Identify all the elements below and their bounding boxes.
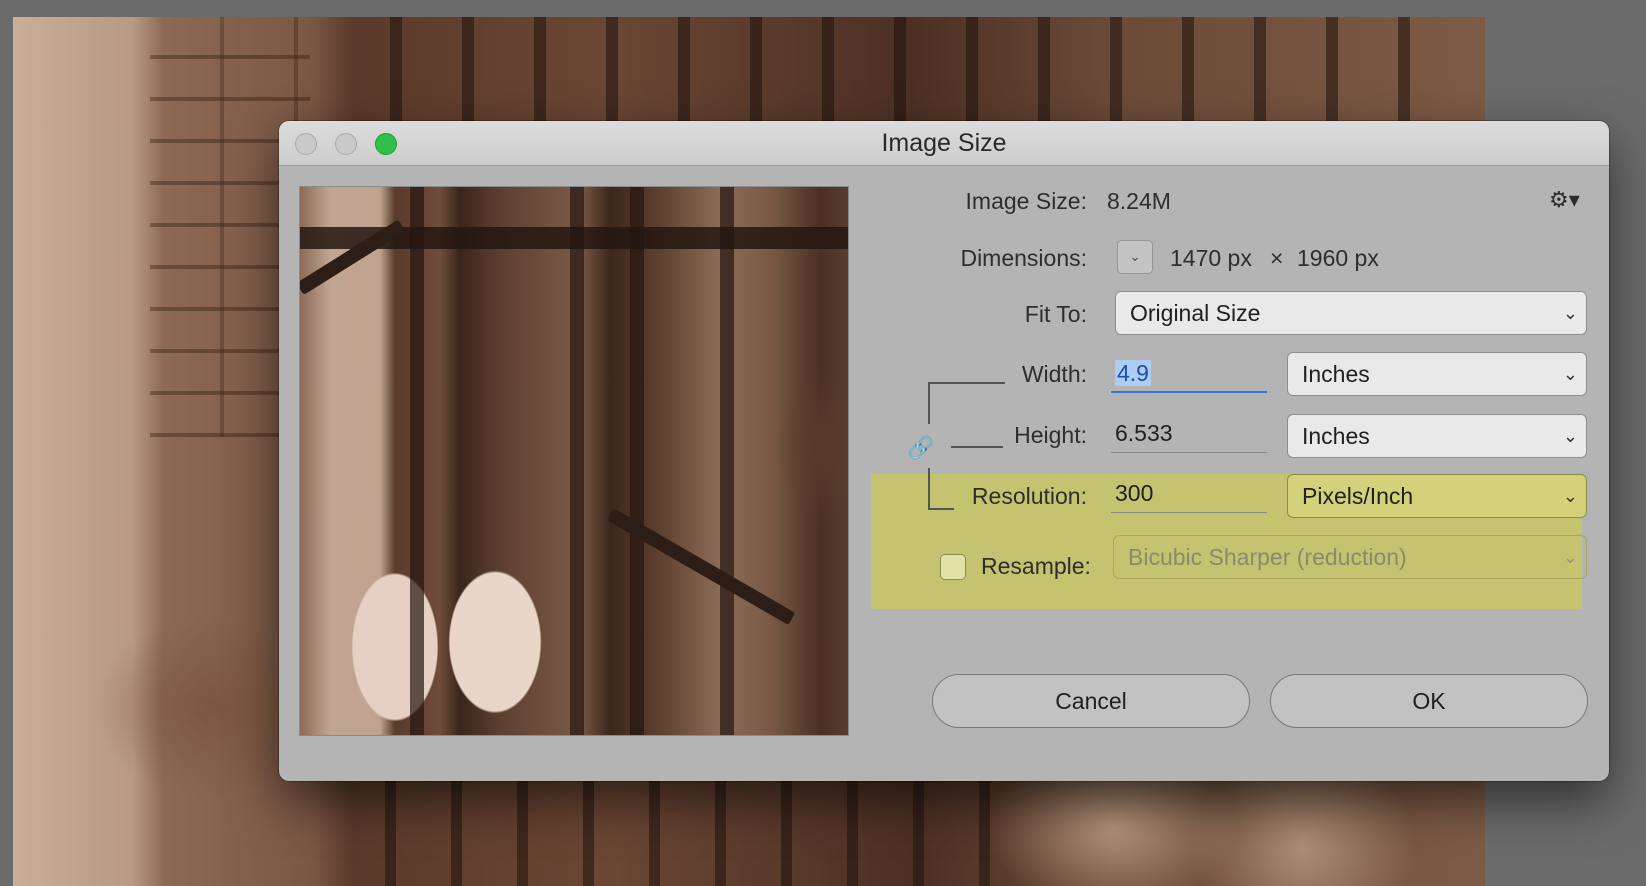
- preview-bar: [570, 187, 584, 735]
- ok-button[interactable]: OK: [1270, 674, 1588, 728]
- height-label: Height:: [1014, 422, 1087, 448]
- height-unit: Inches: [1302, 423, 1370, 449]
- resolution-label: Resolution:: [971, 483, 1087, 509]
- resample-label: Resample:: [981, 553, 1091, 579]
- height-unit-dropdown[interactable]: Inches ⌄: [1287, 414, 1587, 458]
- height-value: 6.533: [1115, 420, 1173, 446]
- preview-bar: [630, 187, 644, 735]
- dimensions-label: Dimensions:: [960, 245, 1087, 271]
- image-size-value: 8.24M: [1107, 188, 1171, 214]
- chevron-down-icon: ⌄: [1562, 364, 1578, 384]
- resolution-unit: Pixels/Inch: [1302, 483, 1414, 509]
- width-unit-dropdown[interactable]: Inches ⌄: [1287, 352, 1587, 396]
- width-value: 4.9: [1115, 360, 1151, 386]
- cancel-button[interactable]: Cancel: [932, 674, 1250, 728]
- chevron-down-icon: ⌄: [1562, 486, 1578, 506]
- fit-to-dropdown[interactable]: Original Size ⌄: [1115, 291, 1587, 335]
- image-size-label: Image Size:: [965, 188, 1087, 214]
- title-bar: Image Size: [279, 121, 1609, 166]
- resolution-value: 300: [1115, 480, 1154, 506]
- constrain-bracket-top-vertical: [928, 382, 930, 424]
- preview-bar: [410, 187, 424, 735]
- background-jail-bars: [330, 17, 1430, 127]
- resample-method: Bicubic Sharper (reduction): [1128, 544, 1407, 570]
- chevron-down-icon: ⌄: [1562, 426, 1578, 446]
- width-input[interactable]: 4.9: [1111, 353, 1267, 393]
- dimensions-height: 1960 px: [1297, 245, 1379, 271]
- image-preview[interactable]: [299, 186, 849, 736]
- resample-checkbox[interactable]: [940, 554, 966, 580]
- resolution-unit-dropdown[interactable]: Pixels/Inch ⌄: [1287, 474, 1587, 518]
- fit-to-value: Original Size: [1130, 300, 1261, 326]
- dialog-title: Image Size: [881, 129, 1007, 157]
- resample-method-dropdown[interactable]: Bicubic Sharper (reduction) ⌄: [1113, 535, 1587, 579]
- width-label: Width:: [1021, 361, 1087, 387]
- chevron-down-icon: ⌄: [1129, 248, 1141, 264]
- gear-icon[interactable]: ⚙▾: [1549, 187, 1589, 217]
- fit-to-label: Fit To:: [1024, 301, 1087, 327]
- chevron-down-icon: ⌄: [1562, 303, 1578, 323]
- image-size-dialog: Image Size ⚙▾ Image Size: 8.24M Dimensio…: [279, 121, 1609, 781]
- background-jail-bars-bottom: [330, 780, 1030, 886]
- chevron-down-icon: ⌄: [1562, 547, 1578, 567]
- dimensions-width: 1470 px: [1170, 245, 1252, 271]
- preview-bar: [720, 187, 734, 735]
- dimensions-unit-dropdown[interactable]: ⌄: [1117, 240, 1153, 274]
- width-unit: Inches: [1302, 361, 1370, 387]
- height-input[interactable]: 6.533: [1111, 413, 1267, 453]
- dimensions-times: ×: [1270, 245, 1284, 271]
- resolution-input[interactable]: 300: [1111, 473, 1267, 513]
